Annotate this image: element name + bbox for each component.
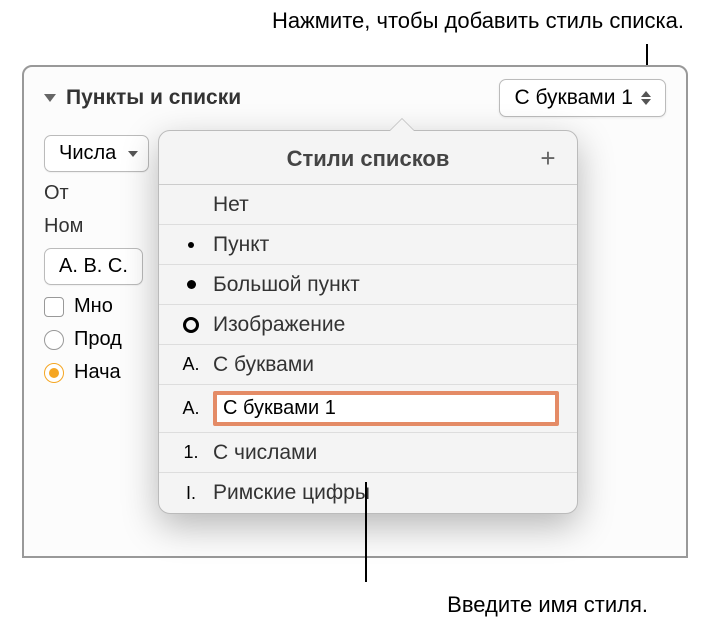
callout-line-bottom: [365, 482, 367, 582]
bigdot-icon: [173, 280, 209, 289]
numbers-select[interactable]: Числа: [44, 135, 149, 172]
style-label: С числами: [213, 441, 559, 465]
style-name-input[interactable]: [213, 391, 559, 426]
popover-header: Стили списков +: [159, 131, 577, 185]
style-label: Нет: [213, 193, 559, 217]
indent-label: От: [44, 182, 69, 205]
style-row-letters[interactable]: A. С буквами: [159, 345, 577, 385]
style-label: С буквами: [213, 353, 559, 377]
section-title: Пункты и списки: [66, 86, 241, 110]
style-row-bullet[interactable]: Пункт: [159, 225, 577, 265]
radio-icon: [44, 330, 64, 350]
section-header: Пункты и списки С буквами 1: [24, 67, 686, 125]
numbering-example-select[interactable]: A. B. C.: [44, 248, 143, 285]
marker-roman: I.: [173, 483, 209, 504]
start-label: Нача: [74, 361, 121, 384]
popover-title: Стили списков: [201, 146, 535, 172]
dot-icon: [173, 242, 209, 248]
style-row-none[interactable]: Нет: [159, 185, 577, 225]
continue-label: Прод: [74, 328, 122, 351]
add-style-button[interactable]: +: [535, 143, 561, 174]
style-row-letters-1-editing[interactable]: A.: [159, 385, 577, 433]
style-label: Римские цифры: [213, 481, 559, 505]
list-style-dropdown-label: С буквами 1: [514, 86, 633, 110]
style-row-roman[interactable]: I. Римские цифры: [159, 473, 577, 513]
style-row-numbers[interactable]: 1. С числами: [159, 433, 577, 473]
chevron-down-icon[interactable]: [44, 94, 56, 102]
style-label: Пункт: [213, 233, 559, 257]
marker-letter: A.: [173, 398, 209, 419]
callout-add-style: Нажмите, чтобы добавить стиль списка.: [272, 8, 684, 34]
checkbox-icon: [44, 297, 64, 317]
style-label: Изображение: [213, 313, 559, 337]
marker-number: 1.: [173, 442, 209, 463]
updown-stepper-icon: [641, 91, 651, 105]
ring-icon: [173, 317, 209, 333]
list-styles-popover: Стили списков + Нет Пункт Большой пункт …: [158, 130, 578, 514]
multi-label: Мно: [74, 295, 113, 318]
style-label: Большой пункт: [213, 273, 559, 297]
marker-letter: A.: [173, 354, 209, 375]
list-style-dropdown[interactable]: С буквами 1: [499, 79, 666, 117]
number-label: Ном: [44, 215, 83, 238]
style-row-image[interactable]: Изображение: [159, 305, 577, 345]
style-row-big-bullet[interactable]: Большой пункт: [159, 265, 577, 305]
radio-checked-icon: [44, 363, 64, 383]
callout-enter-name: Введите имя стиля.: [447, 592, 648, 618]
popover-list: Нет Пункт Большой пункт Изображение A. С…: [159, 185, 577, 513]
